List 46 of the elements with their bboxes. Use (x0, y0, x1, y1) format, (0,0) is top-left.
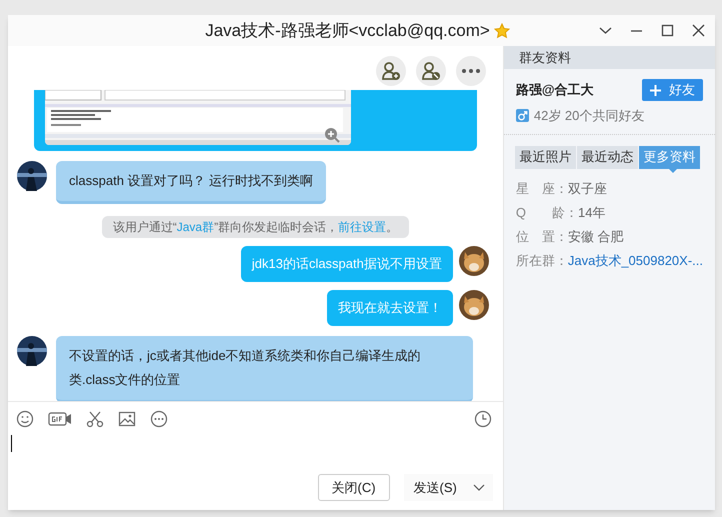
avatar[interactable] (17, 161, 47, 191)
clock-icon[interactable] (474, 410, 492, 428)
gif-icon[interactable] (48, 410, 72, 426)
field-value: 14年 (578, 204, 606, 222)
scissors-icon[interactable] (86, 410, 104, 428)
window-title: Java技术-路强老师<vcclab@qq.com> (205, 20, 490, 42)
field-value: 双子座 (568, 180, 607, 198)
profile-tab[interactable]: 最近动态 (576, 146, 638, 168)
image-icon[interactable] (118, 410, 136, 428)
contact-name: 路强@合工大 (516, 81, 594, 100)
plus-icon (650, 84, 661, 96)
avatar[interactable] (458, 246, 489, 276)
message-bubble: classpath 设置对了吗？ 运行时找不到类啊 (56, 161, 326, 204)
add-friend-button[interactable]: 好友 (642, 79, 703, 101)
system-notice: 该用户通过“Java群”群向你发起临时会话，前往设置。 (102, 216, 410, 238)
block-member-button[interactable] (416, 56, 446, 86)
field-value: 安徽 合肥 (568, 228, 624, 246)
add-member-button[interactable] (376, 56, 406, 86)
close-button[interactable]: 关闭(C) (318, 474, 390, 501)
field-label: 位 置： (516, 228, 568, 246)
field-label: 星 座： (516, 180, 568, 198)
avatar[interactable] (17, 336, 47, 366)
person-plus-icon (380, 61, 401, 81)
more-icon[interactable] (150, 410, 168, 428)
field-label: 所在群： (516, 252, 568, 270)
maximize-icon[interactable] (659, 22, 676, 39)
message-bubble: 不设置的话，jc或者其他ide不知道系统类和你自己编译生成的类.class文件的位置 (56, 336, 473, 401)
profile-tab[interactable]: 最近照片 (514, 146, 576, 168)
notice-link[interactable]: Java群 (176, 218, 214, 236)
message-bubble: jdk13的话classpath据说不用设置 (240, 246, 453, 282)
male-icon (516, 109, 529, 122)
field-label: Q 龄： (516, 204, 578, 222)
close-icon[interactable] (690, 22, 707, 39)
zoom-in-icon[interactable] (324, 127, 340, 143)
group-link[interactable]: Java技术_0509820X-... (568, 252, 703, 270)
avatar[interactable] (458, 290, 489, 320)
smiley-icon[interactable] (16, 410, 34, 428)
message-bubble: 我现在就去设置！ (326, 290, 453, 326)
chevron-down-icon[interactable] (472, 484, 485, 492)
contact-summary: 42岁 20个共同好友 (534, 107, 644, 125)
more-button[interactable] (456, 56, 486, 86)
notice-link[interactable]: 前往设置 (338, 218, 386, 236)
person-block-icon (420, 61, 441, 81)
send-button[interactable]: 发送(S) (404, 474, 493, 501)
star-icon (494, 22, 510, 38)
panel-header: 群友资料 (504, 46, 715, 69)
